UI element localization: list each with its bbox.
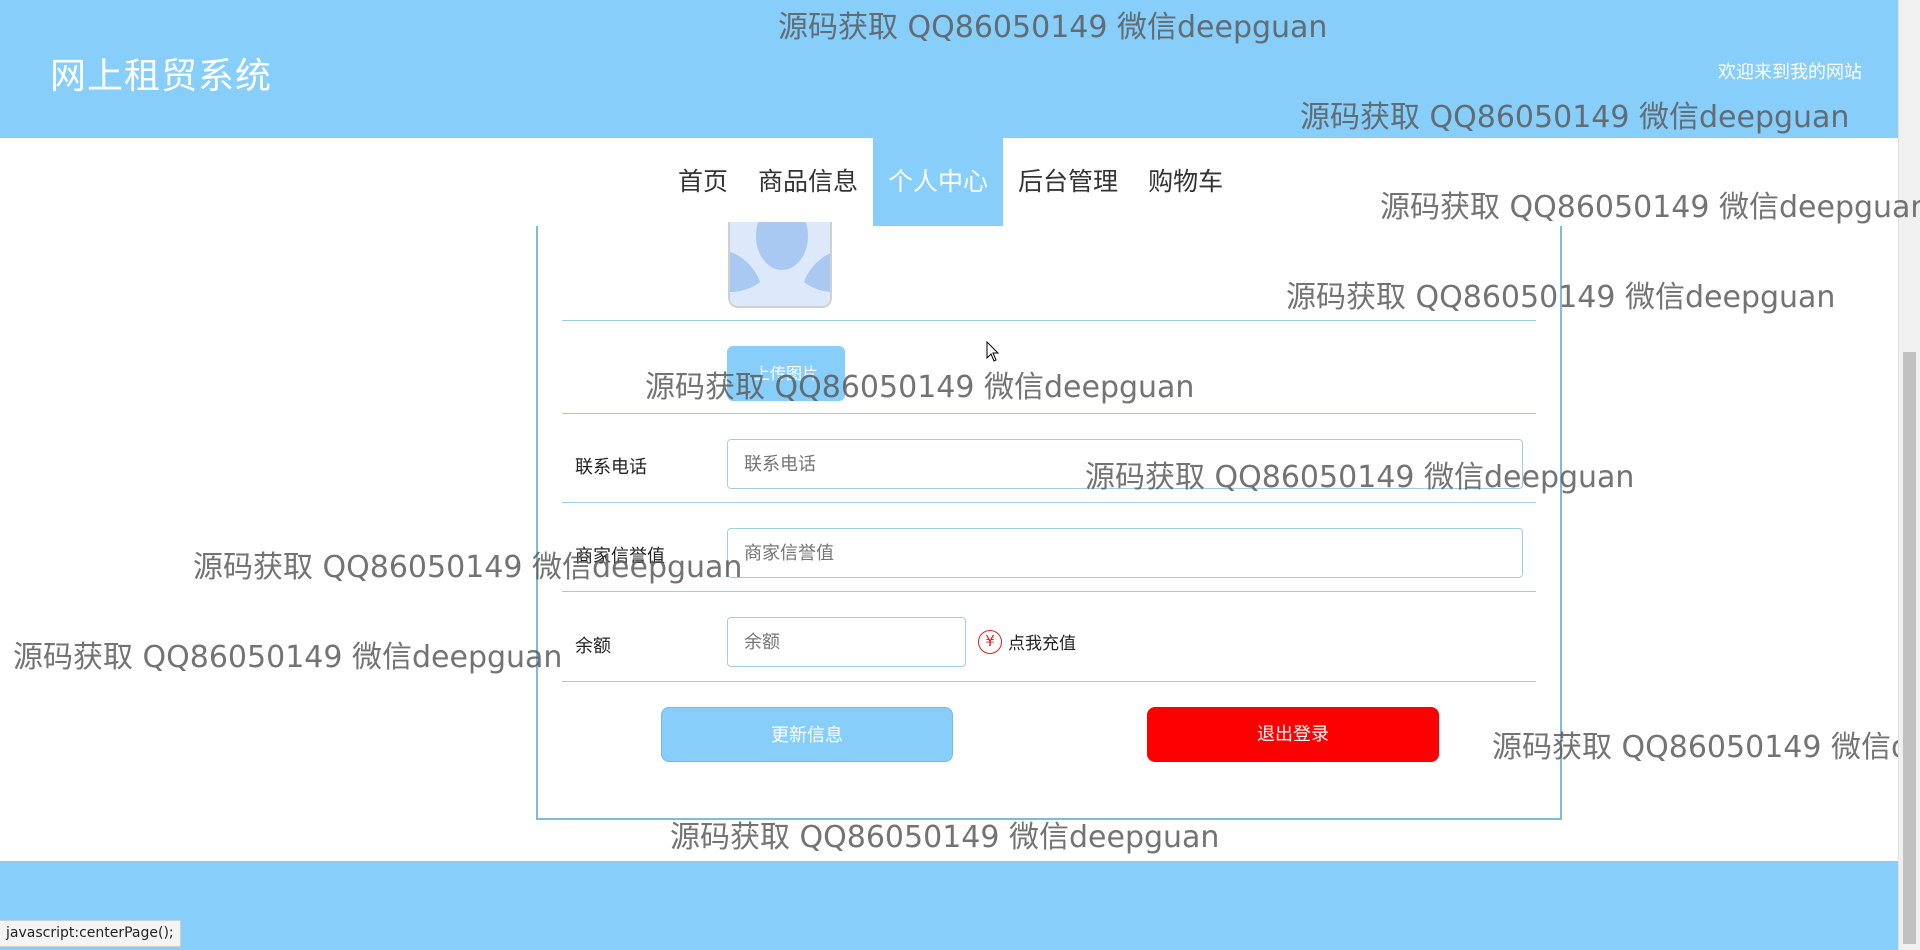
nav-admin[interactable]: 后台管理 <box>1003 138 1133 226</box>
credit-label: 商家信誉值 <box>575 546 665 567</box>
welcome-text: 欢迎来到我的网站 <box>1718 62 1862 83</box>
avatar <box>728 222 832 308</box>
watermark: 源码获取 QQ86050149 微信deepguan <box>13 640 563 675</box>
upload-image-button[interactable]: 上传图片 <box>727 346 845 401</box>
divider <box>562 320 1536 321</box>
phone-input[interactable] <box>727 439 1523 489</box>
mouse-cursor-icon <box>986 341 1000 362</box>
site-title: 网上租贸系统 <box>50 56 273 97</box>
footer-bar <box>0 861 1898 950</box>
balance-label: 余额 <box>575 636 611 657</box>
divider <box>562 591 1536 592</box>
divider <box>562 413 1536 414</box>
browser-status-bar: javascript:centerPage(); <box>0 920 181 947</box>
update-info-button[interactable]: 更新信息 <box>661 707 953 762</box>
yen-circle-icon: ¥ <box>978 629 1002 654</box>
main-nav: 首页 商品信息 个人中心 后台管理 购物车 <box>0 138 1898 226</box>
logout-button[interactable]: 退出登录 <box>1147 707 1439 762</box>
credit-input[interactable] <box>727 528 1523 578</box>
nav-products[interactable]: 商品信息 <box>743 138 873 226</box>
recharge-label: 点我充值 <box>1008 634 1076 654</box>
divider <box>562 681 1536 682</box>
phone-label: 联系电话 <box>575 457 647 478</box>
header-bar: 网上租贸系统 欢迎来到我的网站 <box>0 0 1898 138</box>
nav-home[interactable]: 首页 <box>663 138 743 226</box>
recharge-link[interactable]: ¥ 点我充值 <box>978 629 1076 654</box>
nav-personal-center[interactable]: 个人中心 <box>873 138 1004 226</box>
divider <box>562 502 1536 503</box>
avatar-placeholder-icon <box>730 222 830 306</box>
scrollbar-thumb[interactable] <box>1903 352 1916 944</box>
nav-cart[interactable]: 购物车 <box>1133 138 1238 226</box>
balance-input[interactable] <box>727 617 966 667</box>
